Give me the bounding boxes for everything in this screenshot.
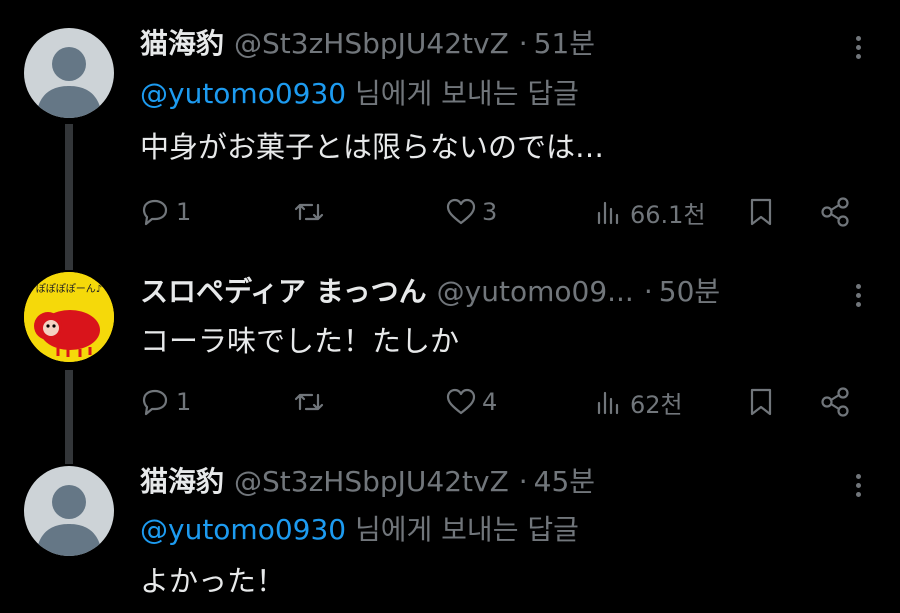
like-count: 3 (482, 198, 498, 226)
reply-context-suffix: 님에게 보내는 답글 (346, 513, 579, 546)
avatar-caption: ぽぽぽぽーん♪ (36, 283, 102, 295)
reply-context: @yutomo0930 님에게 보내는 답글 (140, 76, 579, 112)
default-avatar-icon (36, 47, 102, 118)
user-handle[interactable]: @yutomo09... (437, 274, 634, 310)
display-name[interactable]: 猫海豹 (140, 26, 224, 62)
tweet-text: よかった！ (140, 564, 286, 598)
views-count: 66.1천 (630, 200, 706, 229)
more-icon[interactable] (846, 468, 870, 504)
timestamp[interactable]: 45분 (534, 464, 595, 500)
reply-button[interactable]: 1 (138, 192, 191, 232)
user-handle[interactable]: @St3zHSbpJU42tvZ (234, 26, 509, 62)
timestamp[interactable]: 51분 (534, 26, 595, 62)
timestamp[interactable]: 50분 (659, 274, 720, 310)
tweet-header: スロペディア まっつん @yutomo09... · 50분 (140, 274, 840, 310)
heart-icon (446, 388, 476, 415)
display-name[interactable]: 猫海豹 (140, 464, 224, 500)
tweet-text: コーラ味でした！たしか (140, 324, 460, 358)
bookmark-button[interactable] (744, 382, 778, 422)
avatar[interactable]: ぽぽぽぽーん♪ (24, 272, 114, 362)
like-button[interactable]: 4 (444, 382, 497, 422)
reply-icon (142, 389, 168, 416)
like-button[interactable]: 3 (444, 192, 497, 232)
reply-count: 1 (176, 198, 192, 226)
heart-icon (446, 198, 476, 225)
reply-context: @yutomo0930 님에게 보내는 답글 (140, 512, 579, 548)
reply-count: 1 (176, 388, 192, 416)
reply-icon (142, 199, 168, 226)
mention-link[interactable]: @yutomo0930 (140, 513, 346, 546)
more-icon[interactable] (846, 278, 870, 314)
retweet-button[interactable] (292, 382, 330, 422)
display-name[interactable]: スロペディア まっつん (140, 274, 427, 310)
share-button[interactable] (818, 192, 852, 232)
tweet-header: 猫海豹 @St3zHSbpJU42tvZ · 51분 (140, 26, 840, 62)
bookmark-icon (750, 388, 772, 416)
thread-line (65, 256, 73, 270)
views-count: 62천 (630, 390, 683, 419)
tweet[interactable]: 猫海豹 @St3zHSbpJU42tvZ · 51분 @yutomo0930 님… (0, 0, 900, 264)
tweet[interactable]: ぽぽぽぽーん♪ スロペディア まっつん @yutomo09... · 50분 コ… (0, 256, 900, 464)
reply-context-suffix: 님에게 보내는 답글 (346, 77, 579, 110)
views-icon (597, 391, 619, 415)
more-icon[interactable] (846, 30, 870, 66)
retweet-button[interactable] (292, 192, 330, 232)
avatar[interactable] (24, 28, 114, 118)
tweet-text: 中身がお菓子とは限らないのでは… (140, 130, 605, 164)
avatar[interactable] (24, 466, 114, 556)
separator-dot: · (518, 465, 528, 498)
like-count: 4 (482, 388, 498, 416)
separator-dot: · (518, 27, 528, 60)
share-icon (821, 197, 849, 227)
share-button[interactable] (818, 382, 852, 422)
separator-dot: · (643, 275, 653, 308)
avatar-image: ぽぽぽぽーん♪ (24, 272, 114, 362)
default-avatar-icon (36, 485, 102, 556)
user-handle[interactable]: @St3zHSbpJU42tvZ (234, 464, 509, 500)
share-icon (821, 387, 849, 417)
bookmark-icon (750, 198, 772, 226)
tweet[interactable]: 猫海豹 @St3zHSbpJU42tvZ · 45분 @yutomo0930 님… (0, 450, 900, 613)
views-button[interactable]: 66.1천 (592, 192, 706, 232)
tweet-header: 猫海豹 @St3zHSbpJU42tvZ · 45분 (140, 464, 840, 500)
views-button[interactable]: 62천 (592, 382, 683, 422)
retweet-icon (294, 393, 324, 411)
mention-link[interactable]: @yutomo0930 (140, 77, 346, 110)
views-icon (597, 201, 619, 225)
retweet-icon (294, 203, 324, 221)
thread-line (65, 124, 73, 264)
bookmark-button[interactable] (744, 192, 778, 232)
reply-button[interactable]: 1 (138, 382, 191, 422)
